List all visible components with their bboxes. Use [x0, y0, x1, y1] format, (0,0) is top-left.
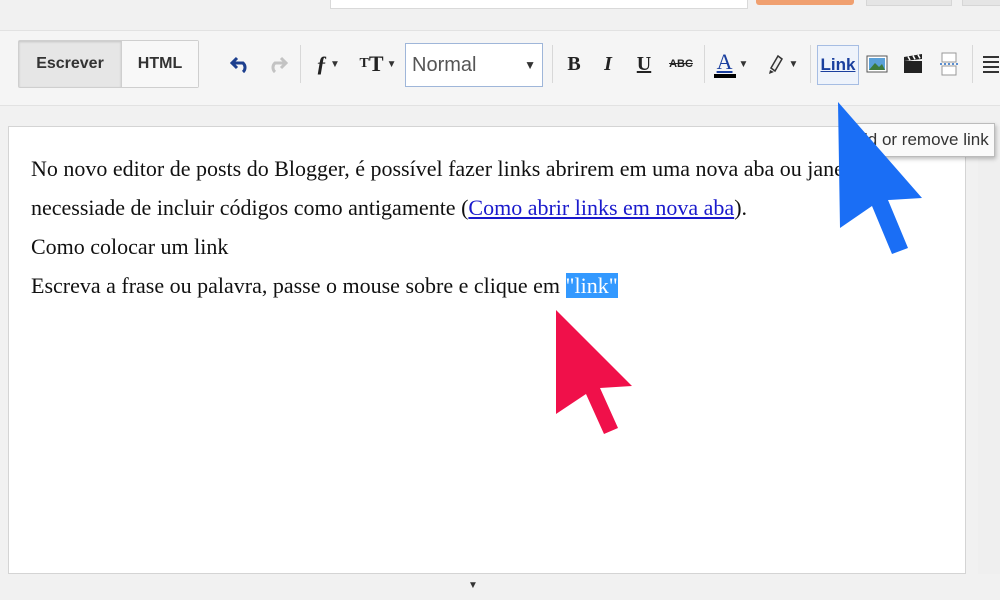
font-family-icon: ƒ — [316, 51, 328, 76]
jump-break-icon — [940, 52, 958, 76]
post-editor[interactable]: No novo editor de posts do Blogger, é po… — [8, 126, 966, 574]
content-link[interactable]: Como abrir links em nova aba — [468, 195, 734, 220]
text-color-button[interactable]: A ▼ — [710, 47, 752, 81]
editor-text: No novo editor de posts do Blogger, é po… — [31, 156, 890, 181]
red-arrow-icon — [556, 310, 632, 434]
toolbar-separator — [810, 45, 811, 83]
editor-text: ). — [734, 195, 748, 220]
text-color-icon: A — [713, 50, 736, 78]
video-icon — [904, 54, 922, 73]
toolbar-separator — [552, 45, 553, 83]
selected-text[interactable]: "link" — [565, 273, 618, 298]
editor-line: necessiade de incluir códigos como antig… — [31, 188, 965, 227]
publish-button[interactable] — [756, 0, 854, 5]
image-icon — [866, 55, 888, 73]
redo-icon[interactable] — [264, 47, 290, 81]
title-input[interactable] — [330, 0, 748, 9]
chevron-down-icon: ▼ — [330, 58, 340, 70]
editor-text: necessiade de incluir códigos como antig… — [31, 195, 469, 220]
chevron-down-icon: ▼ — [788, 58, 799, 70]
chevron-down-icon: ▼ — [738, 58, 749, 70]
font-size-button[interactable]: T T ▼ — [356, 47, 400, 81]
font-size-icon: T — [359, 56, 369, 71]
editor-text: Como colocar um link — [31, 234, 229, 259]
chevron-down-icon: ▼ — [386, 58, 397, 70]
resize-handle-icon[interactable]: ▼ — [468, 580, 478, 591]
save-button[interactable] — [866, 0, 952, 6]
format-select-value: Normal — [412, 53, 477, 76]
preview-button[interactable] — [962, 0, 1000, 6]
italic-button[interactable]: I — [596, 47, 620, 81]
jump-break-button[interactable] — [936, 47, 962, 81]
compose-mode-button[interactable]: Escrever — [19, 41, 121, 87]
highlight-button[interactable]: ▼ — [760, 47, 804, 81]
align-button[interactable] — [982, 47, 1000, 81]
editor-line: No novo editor de posts do Blogger, é po… — [31, 149, 965, 188]
image-button[interactable] — [864, 47, 890, 81]
blue-arrow-icon — [838, 102, 922, 254]
chevron-down-icon: ▼ — [524, 58, 536, 72]
link-button[interactable]: Link — [817, 45, 859, 85]
toolbar-separator — [704, 45, 705, 83]
format-select[interactable]: Normal ▼ — [405, 43, 543, 87]
sidebar-edge — [978, 126, 1000, 574]
undo-icon[interactable] — [228, 47, 254, 81]
toolbar-separator — [300, 45, 301, 83]
highlight-icon — [768, 54, 783, 74]
font-size-icon-large: T — [368, 51, 384, 76]
mode-switch: Escrever HTML — [18, 40, 199, 88]
align-icon — [983, 56, 999, 73]
editor-text: Escreva a frase ou palavra, passe o mous… — [31, 273, 566, 298]
html-mode-button[interactable]: HTML — [121, 41, 198, 87]
editor-line: Como colocar um link — [31, 227, 965, 266]
toolbar-separator — [972, 45, 973, 83]
bold-button[interactable]: B — [562, 47, 586, 81]
editor-line: Escreva a frase ou palavra, passe o mous… — [31, 266, 965, 305]
font-family-button[interactable]: ƒ ▼ — [306, 47, 350, 81]
underline-button[interactable]: U — [632, 47, 656, 81]
video-button[interactable] — [900, 47, 926, 81]
strikethrough-button[interactable]: ABC — [666, 47, 696, 81]
